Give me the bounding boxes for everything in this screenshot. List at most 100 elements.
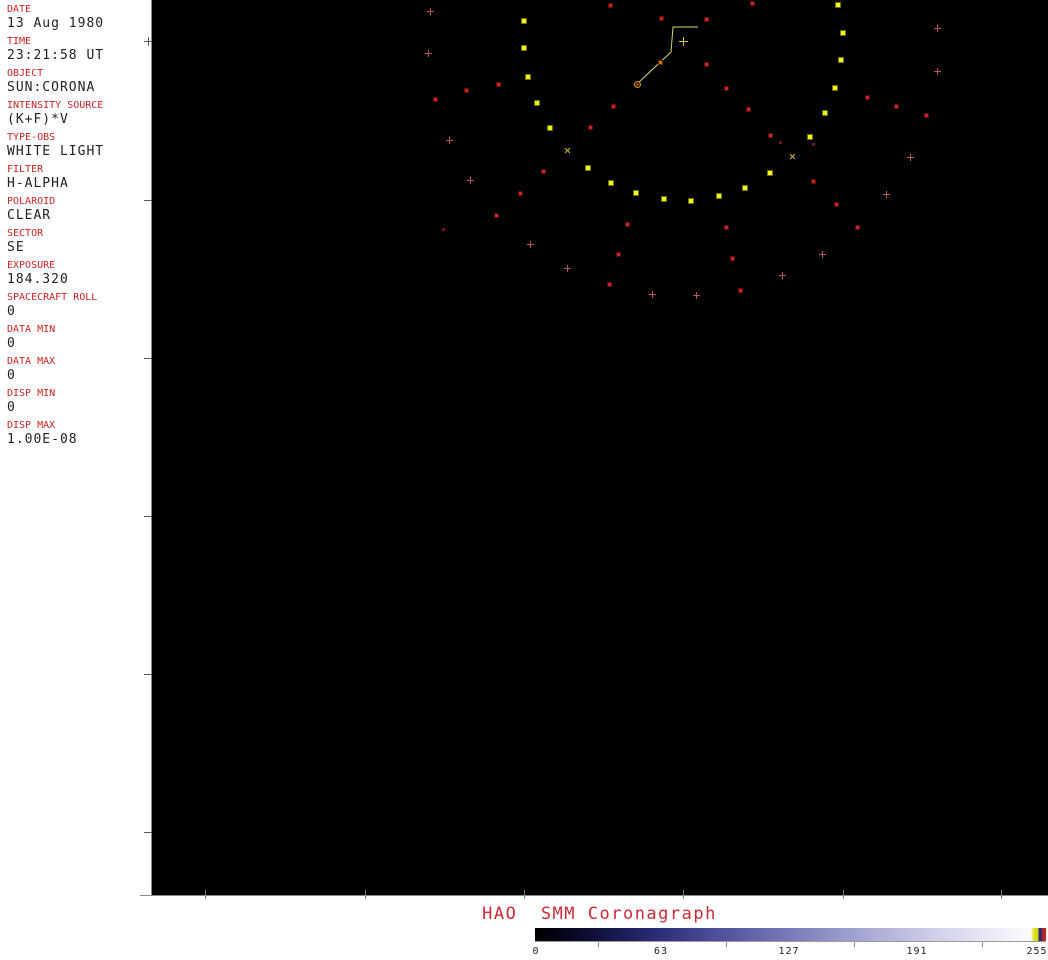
field-value: 0 (7, 336, 16, 351)
star-dot (725, 226, 728, 229)
star-dot (705, 18, 708, 21)
field-label: SPACECRAFT ROLL (7, 292, 98, 303)
cross-marker (693, 292, 700, 299)
star-dot (434, 98, 437, 101)
star-dot (856, 226, 859, 229)
field-label: SECTOR (7, 228, 44, 239)
metadata-field-exposure: EXPOSURE 184.320 (0, 259, 151, 291)
sun-center-marker (679, 37, 688, 46)
line-endpoint-dot (636, 83, 639, 86)
colorbar-minor-tick (598, 942, 599, 947)
star-dot (497, 83, 500, 86)
left-edge-tick (148, 37, 149, 46)
faint-star-dot (442, 228, 445, 231)
colorbar-minor-tick (726, 942, 727, 947)
left-edge-tick (144, 832, 152, 833)
field-value: 1.00E-08 (7, 432, 78, 447)
metadata-field-date: DATE 13 Aug 1980 (0, 0, 151, 35)
cross-marker (934, 68, 941, 75)
colorbar-tick-label: 255 (1026, 946, 1048, 957)
cross-marker (425, 50, 432, 57)
star-dot (495, 214, 498, 217)
cross-marker (427, 8, 434, 15)
field-label: FILTER (7, 164, 44, 175)
metadata-field-data-max: DATA MAX 0 (0, 355, 151, 387)
coronagraph-display (144, 0, 1048, 899)
star-dot (660, 17, 663, 20)
cross-marker (907, 154, 914, 161)
x-marker (563, 146, 573, 156)
yellow-grid-dot (717, 194, 721, 198)
field-label: TYPE-OBS (7, 132, 56, 143)
metadata-field-filter: FILTER H-ALPHA (0, 163, 151, 195)
star-dot (542, 170, 545, 173)
metadata-field-intensity-source: INTENSITY SOURCE (K+F)*V (0, 99, 151, 131)
metadata-field-spacecraft-roll: SPACECRAFT ROLL 0 (0, 291, 151, 323)
field-value: 0 (7, 304, 16, 319)
metadata-field-sector: SECTOR SE (0, 227, 151, 259)
yellow-grid-dot (522, 19, 526, 23)
star-dot (589, 126, 592, 129)
cross-marker (649, 291, 656, 298)
star-dot (895, 105, 898, 108)
field-value: 184.320 (7, 272, 69, 287)
star-dot (866, 96, 869, 99)
cross-marker (819, 251, 826, 258)
field-value: WHITE LIGHT (7, 144, 105, 159)
field-value: 23:21:58 UT (7, 48, 105, 63)
star-dot (705, 63, 708, 66)
left-edge-tick (144, 674, 152, 675)
field-label: DATA MAX (7, 356, 56, 367)
smm-coronagraph-viewer: DATE 13 Aug 1980 TIME 23:21:58 UT OBJECT… (0, 0, 1048, 960)
cross-marker (446, 137, 453, 144)
field-label: POLAROID (7, 196, 56, 207)
field-label: DISP MAX (7, 420, 56, 431)
metadata-field-data-min: DATA MIN 0 (0, 323, 151, 355)
yellow-grid-dot (522, 46, 526, 50)
star-dot (609, 4, 612, 7)
field-label: DATE (7, 4, 32, 15)
field-value: CLEAR (7, 208, 52, 223)
colorbar-minor-tick (982, 942, 983, 947)
field-value: 13 Aug 1980 (7, 16, 105, 31)
faint-star-dot (812, 143, 815, 146)
yellow-grid-dot (743, 186, 747, 190)
star-dot (612, 105, 615, 108)
metadata-field-object: OBJECT SUN:CORONA (0, 67, 151, 99)
yellow-grid-dot (535, 101, 539, 105)
field-label: OBJECT (7, 68, 44, 79)
field-label: INTENSITY SOURCE (7, 100, 104, 111)
yellow-grid-dot (662, 197, 666, 201)
star-dot (812, 180, 815, 183)
star-dot (835, 203, 838, 206)
cross-marker (467, 177, 474, 184)
metadata-field-type-obs: TYPE-OBS WHITE LIGHT (0, 131, 151, 163)
faint-star-dot (779, 141, 782, 144)
yellow-grid-dot (634, 191, 638, 195)
metadata-field-disp-max: DISP MAX 1.00E-08 (0, 419, 151, 451)
yellow-grid-dot (839, 58, 843, 62)
yellow-grid-dot (768, 171, 772, 175)
left-edge-tick (144, 200, 152, 201)
cross-marker (527, 241, 534, 248)
field-value: SE (7, 240, 25, 255)
metadata-panel: DATE 13 Aug 1980 TIME 23:21:58 UT OBJECT… (0, 0, 151, 960)
yellow-grid-dot (833, 86, 837, 90)
yellow-grid-dot (841, 31, 845, 35)
yellow-grid-dot (823, 111, 827, 115)
metadata-field-time: TIME 23:21:58 UT (0, 35, 151, 67)
field-value: 0 (7, 368, 16, 383)
yellow-grid-dot (808, 135, 812, 139)
image-bottom-axis-line (140, 895, 1048, 896)
colorbar-tick-label: 0 (532, 946, 540, 957)
yellow-grid-dot (689, 199, 693, 203)
star-dot (925, 114, 928, 117)
star-under-line (659, 61, 662, 64)
star-dot (739, 289, 742, 292)
field-label: DATA MIN (7, 324, 56, 335)
colorbar-minor-tick (854, 942, 855, 947)
field-value: 0 (7, 400, 16, 415)
field-value: (K+F)*V (7, 112, 69, 127)
field-value: H-ALPHA (7, 176, 69, 191)
footer-title: HAO SMM Coronagraph (482, 904, 717, 924)
